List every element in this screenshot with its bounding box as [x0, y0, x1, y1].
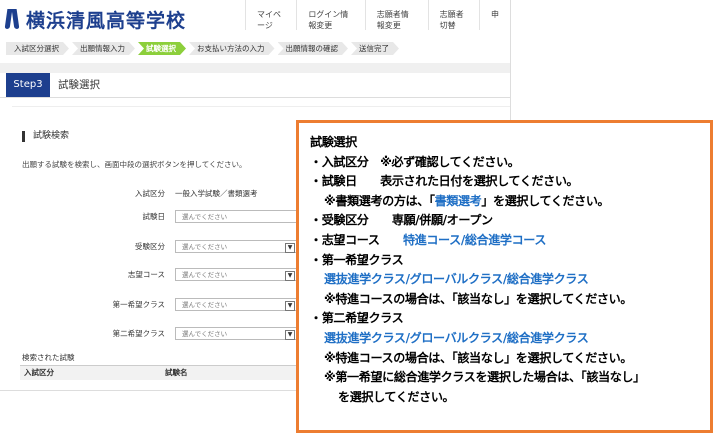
- exam-date-placeholder: 選んでください: [182, 213, 228, 221]
- application-type-placeholder: 選んでください: [182, 243, 228, 251]
- annotation-line: ・志望コース 特進コース/総合進学コース: [310, 232, 547, 247]
- step-exam-category: 入試区分選択: [6, 42, 69, 55]
- second-choice-class-placeholder: 選んでください: [182, 330, 228, 338]
- column-exam-name: 試験名: [165, 368, 188, 377]
- step-application-info: 出願情報入力: [72, 42, 135, 55]
- annotation-line: 選抜進学クラス/グローバルクラス/総合進学クラス: [324, 330, 589, 345]
- nav-mypage[interactable]: マイページ: [245, 0, 296, 30]
- annotation-box: 試験選択 ・入試区分 ※必ず確認してください。 ・試験日 表示された日付を選択し…: [296, 120, 713, 433]
- exam-date-select[interactable]: 選んでください: [175, 210, 298, 223]
- nav-truncated-item[interactable]: 申: [479, 0, 510, 30]
- annotation-line: ※特進コースの場合は、「該当なし」を選択してください。: [324, 291, 633, 306]
- annotation-line: ※第一希望に総合進学クラスを選択した場合は、「該当なし」: [324, 370, 645, 385]
- step-payment: お支払い方法の入力: [189, 42, 275, 55]
- chevron-down-icon: ▼: [285, 301, 295, 311]
- step-header: Step3 試験選択: [0, 73, 510, 98]
- annotation-line: ・第一希望クラス: [310, 252, 404, 267]
- page-title: 試験選択: [58, 79, 100, 91]
- annotation-line: ※特進コースの場合は、「該当なし」を選択してください。: [324, 350, 633, 365]
- exam-category-value: 一般入学試験／書類選考: [175, 189, 258, 198]
- section-description: 出願する試験を検索し、画面中段の選択ボタンを押してください。: [22, 160, 247, 169]
- nav-applicant-switch[interactable]: 志願者切替: [427, 0, 479, 30]
- step-exam-selection: 試験選択: [138, 42, 186, 55]
- annotation-line: ・受験区分 専願/併願/オープン: [310, 213, 493, 228]
- chevron-down-icon: ▼: [285, 243, 295, 253]
- step-badge: Step3: [6, 73, 50, 97]
- progress-steps: 入試区分選択 出願情報入力 試験選択 お支払い方法の入力 出願情報の確認 送信完…: [6, 42, 402, 55]
- annotation-line: を選択してください。: [338, 389, 455, 404]
- school-logo[interactable]: 横浜清風高等学校: [6, 6, 186, 32]
- nav-login-info-change[interactable]: ログイン情報変更: [296, 0, 364, 30]
- annotation-title: 試験選択: [310, 135, 357, 149]
- chevron-down-icon: ▼: [285, 330, 295, 340]
- exam-date-label: 試験日: [142, 212, 166, 221]
- divider-band: [0, 63, 510, 73]
- column-exam-category: 入試区分: [24, 368, 54, 377]
- annotation-line: ※書類選考の方は、「書類選考」を選択してください。: [324, 193, 610, 208]
- first-choice-class-placeholder: 選んでください: [182, 301, 228, 309]
- annotation-line: ・入試区分 ※必ず確認してください。: [310, 154, 520, 169]
- application-type-select[interactable]: 選んでください ▼: [175, 240, 298, 253]
- exam-category-label: 入試区分: [135, 189, 165, 198]
- first-choice-class-select[interactable]: 選んでください ▼: [175, 298, 298, 311]
- results-label: 検索された試験: [22, 353, 75, 362]
- annotation-line: ・第二希望クラス: [310, 311, 404, 326]
- desired-course-placeholder: 選んでください: [182, 271, 228, 279]
- second-choice-class-label: 第二希望クラス: [112, 329, 165, 338]
- step-confirm: 出願情報の確認: [278, 42, 349, 55]
- application-type-label: 受験区分: [135, 242, 165, 251]
- annotation-line: ・試験日 表示された日付を選択してください。: [310, 174, 579, 189]
- school-emblem-icon: [6, 9, 20, 29]
- school-name: 横浜清風高等学校: [26, 9, 187, 32]
- chevron-down-icon: ▼: [285, 271, 295, 281]
- first-choice-class-label: 第一希望クラス: [112, 300, 165, 309]
- annotation-line: 選抜進学クラス/グローバルクラス/総合進学クラス: [324, 272, 589, 287]
- second-choice-class-select[interactable]: 選んでください ▼: [175, 327, 298, 340]
- desired-course-select[interactable]: 選んでください ▼: [175, 268, 298, 281]
- top-navigation: マイページ ログイン情報変更 志願者情報変更 志願者切替 申: [245, 0, 510, 30]
- nav-applicant-info-change[interactable]: 志願者情報変更: [364, 0, 428, 30]
- desired-course-label: 志望コース: [127, 270, 165, 279]
- step-complete: 送信完了: [351, 42, 399, 55]
- section-title: 試験検索: [22, 131, 69, 142]
